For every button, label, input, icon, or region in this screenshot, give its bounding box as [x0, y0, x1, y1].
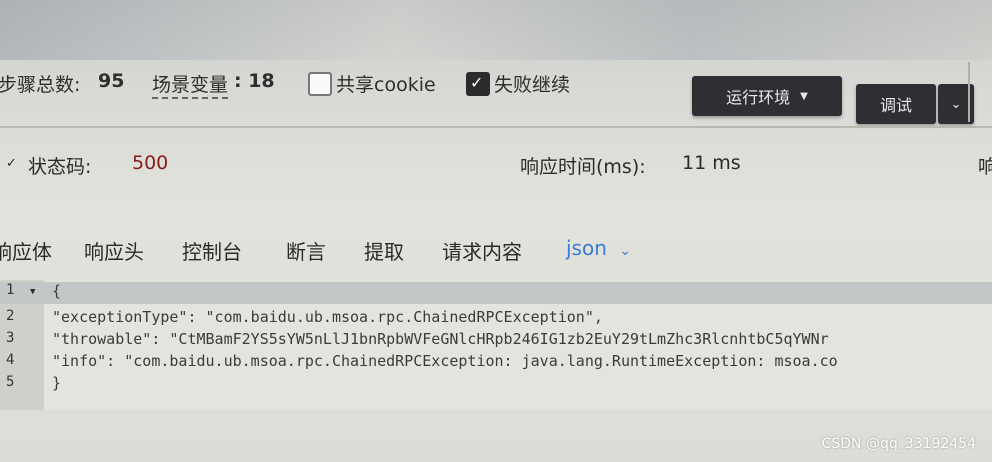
- share-cookie-label: 共享cookie: [336, 74, 436, 96]
- status-code-value: 500: [132, 152, 169, 174]
- tab-console[interactable]: 控制台: [182, 236, 242, 265]
- steps-total-value: 95: [98, 70, 125, 92]
- code-line: 5 }: [0, 374, 992, 396]
- source-watermark: CSDN @qq_33192454: [821, 436, 976, 452]
- code-line: 3 "throwable": "CtMBamF2YS5sYW5nLlJ1bnRp…: [0, 330, 992, 352]
- format-select-value: json: [566, 236, 607, 260]
- tab-response-body[interactable]: 响应体: [0, 236, 52, 265]
- code-text: "info": "com.baidu.ub.msoa.rpc.ChainedRP…: [52, 352, 838, 370]
- fail-continue-checkbox[interactable]: [466, 72, 490, 96]
- line-number: 4: [6, 352, 15, 368]
- line-number: 3: [6, 330, 15, 346]
- response-status-row: ✓ 状态码: 500 响应时间(ms): 11 ms 响: [0, 146, 992, 182]
- tab-response-headers[interactable]: 响应头: [84, 236, 144, 265]
- run-environment-button[interactable]: 运行环境 ▼: [692, 76, 842, 116]
- run-environment-label: 运行环境: [726, 88, 791, 107]
- cut-off-label: 响: [978, 156, 992, 178]
- scene-variables-link[interactable]: 场景变量: [152, 70, 229, 99]
- toolbar-edge: [968, 62, 970, 122]
- tab-extract[interactable]: 提取: [364, 236, 404, 265]
- code-line: 4 "info": "com.baidu.ub.msoa.rpc.Chained…: [0, 352, 992, 374]
- response-time-label: 响应时间(ms):: [520, 156, 646, 178]
- debug-button[interactable]: 调试: [856, 84, 936, 124]
- screen: 步骤总数: 95 场景变量 : 18 共享cookie 失败继续 运行环境 ▼ …: [0, 0, 992, 462]
- caret-down-icon: ▼: [800, 90, 808, 102]
- response-tabs: 响应体 响应头 控制台 断言 提取 请求内容 json ⌄: [0, 232, 992, 268]
- debug-label: 调试: [879, 96, 912, 115]
- tab-request-content[interactable]: 请求内容: [442, 236, 522, 265]
- collapse-chevron-icon[interactable]: ✓: [6, 156, 17, 171]
- fold-caret-icon[interactable]: ▼: [30, 287, 35, 297]
- line-number: 5: [6, 374, 15, 390]
- steps-total-label: 步骤总数:: [0, 74, 81, 96]
- screen-glare: [0, 0, 992, 60]
- code-text: "exceptionType": "com.baidu.ub.msoa.rpc.…: [52, 308, 603, 326]
- share-cookie-checkbox[interactable]: [308, 72, 332, 96]
- fail-continue-label: 失败继续: [494, 74, 571, 96]
- chevron-down-icon: ⌄: [950, 96, 962, 112]
- code-text: "throwable": "CtMBamF2YS5sYW5nLlJ1bnRpbW…: [52, 330, 829, 348]
- code-text: }: [52, 374, 62, 392]
- chevron-down-icon: ⌄: [619, 243, 631, 259]
- tab-assertions[interactable]: 断言: [286, 236, 326, 265]
- response-time-value: 11 ms: [682, 152, 741, 174]
- section-divider: [0, 126, 992, 128]
- code-line: 1 ▼ {: [0, 282, 992, 304]
- scenario-toolbar: 步骤总数: 95 场景变量 : 18 共享cookie 失败继续 运行环境 ▼ …: [0, 62, 992, 124]
- status-code-label: 状态码:: [28, 156, 92, 178]
- code-line: 2 "exceptionType": "com.baidu.ub.msoa.rp…: [0, 308, 992, 330]
- scene-variables-count: : 18: [234, 70, 275, 92]
- line-number: 2: [6, 308, 15, 324]
- json-editor[interactable]: 1 ▼ { 2 "exceptionType": "com.baidu.ub.m…: [0, 280, 992, 410]
- format-select[interactable]: json ⌄: [566, 236, 631, 260]
- code-text: {: [52, 282, 62, 300]
